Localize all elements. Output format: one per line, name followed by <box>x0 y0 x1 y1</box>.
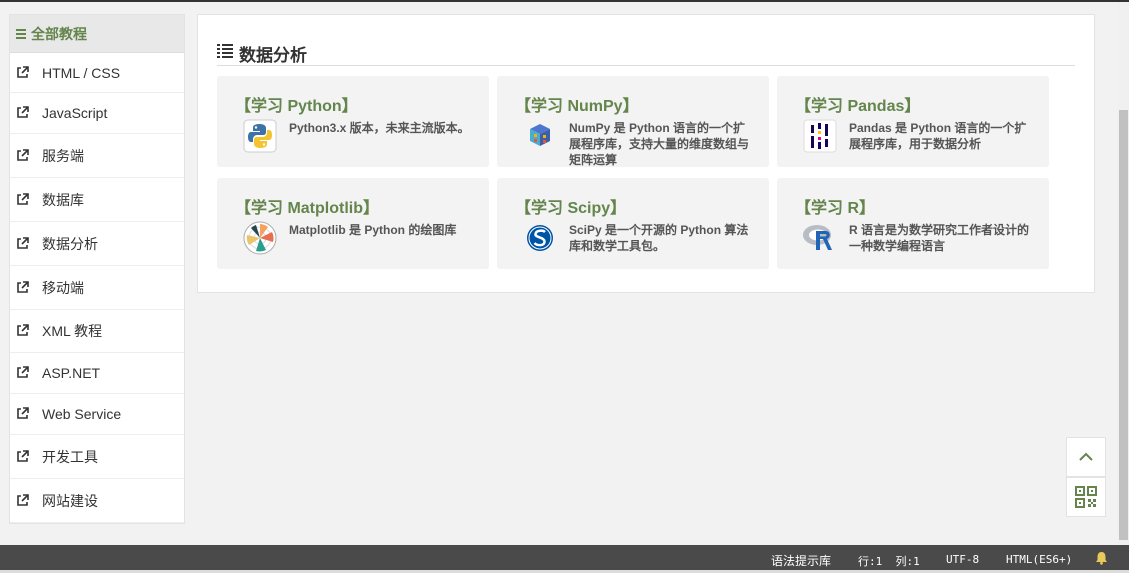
card-title[interactable]: 【学习 R】 <box>795 194 875 218</box>
card-description: Matplotlib 是 Python 的绘图库 <box>289 223 457 237</box>
list-icon <box>217 44 233 58</box>
sidebar-item-mobile[interactable]: 移动端 <box>10 266 184 310</box>
python-logo-icon <box>242 118 278 154</box>
sidebar-item-aspnet[interactable]: ASP.NET <box>10 353 184 394</box>
sidebar-item-server[interactable]: 服务端 <box>10 134 184 178</box>
sidebar-item-label: ASP.NET <box>42 365 101 381</box>
language-mode[interactable]: HTML(ES6+) <box>1006 553 1072 566</box>
sidebar-header[interactable]: 全部教程 <box>10 15 184 53</box>
sidebar-item-label: HTML / CSS <box>42 64 121 81</box>
menu-icon <box>16 27 26 41</box>
course-card-pandas[interactable]: 【学习 Pandas】 Pandas 是 Python 语言的一个扩展程序库，用于… <box>777 76 1049 167</box>
course-card-scipy[interactable]: 【学习 Scipy】 SciPy 是一个开源的 Python 算法库和数学工具包。 <box>497 178 769 269</box>
sidebar-item-label: JavaScript <box>42 105 108 121</box>
sidebar-item-label: 服务端 <box>42 147 84 164</box>
sidebar-item-html-css[interactable]: HTML / CSS <box>10 53 184 93</box>
sidebar-item-xml[interactable]: XML 教程 <box>10 310 184 353</box>
external-link-icon <box>16 324 30 338</box>
sidebar-item-label: 网站建设 <box>42 492 98 509</box>
external-link-icon <box>16 280 30 295</box>
numpy-logo-icon <box>522 118 558 154</box>
sidebar-item-javascript[interactable]: JavaScript <box>10 93 184 134</box>
external-link-icon <box>16 236 30 251</box>
card-description: SciPy 是一个开源的 Python 算法库和数学工具包。 <box>569 223 749 253</box>
sidebar-item-website[interactable]: 网站建设 <box>10 479 184 523</box>
course-card-python[interactable]: 【学习 Python】 Python3.x 版本，未来主流版本。 <box>217 76 489 167</box>
sidebar-list: HTML / CSS JavaScript 服务端数据库数据分析移动端 XML 教程 A… <box>10 53 184 523</box>
sidebar-item-label: 数据分析 <box>42 235 98 252</box>
r-logo-icon <box>802 220 838 256</box>
matplotlib-logo-icon <box>242 220 278 256</box>
bell-icon[interactable] <box>1095 551 1108 565</box>
chevron-up-icon <box>1079 452 1093 461</box>
card-description: Python3.x 版本，未来主流版本。 <box>289 121 470 135</box>
cursor-position: 行:1 列:1 <box>858 555 920 568</box>
card-description: Pandas 是 Python 语言的一个扩展程序库，用于数据分析 <box>849 121 1027 151</box>
window-top-border <box>0 0 1129 2</box>
sidebar-item-label: 开发工具 <box>42 448 98 465</box>
external-link-icon <box>16 192 30 207</box>
card-title[interactable]: 【学习 Pandas】 <box>795 92 920 116</box>
back-to-top-button[interactable] <box>1066 437 1106 477</box>
scipy-logo-icon <box>522 220 558 256</box>
external-link-icon <box>16 106 30 120</box>
status-bar: 语法提示库 行:1 列:1 UTF-8 HTML(ES6+) <box>0 545 1129 573</box>
scrollbar[interactable] <box>1118 2 1129 545</box>
card-title[interactable]: 【学习 NumPy】 <box>515 92 639 116</box>
external-link-icon <box>16 65 30 80</box>
card-description: NumPy 是 Python 语言的一个扩展程序库，支持大量的维度数组与矩阵运算 <box>569 121 750 167</box>
pandas-logo-icon <box>802 118 838 154</box>
section-header: 数据分析 <box>217 41 1075 66</box>
card-description: R 语言是为数学研究工作者设计的一种数学编程语言 <box>849 223 1030 253</box>
external-link-icon <box>16 366 30 380</box>
sidebar-item-data-analysis[interactable]: 数据分析 <box>10 222 184 266</box>
section-title: 数据分析 <box>239 46 307 65</box>
card-title[interactable]: 【学习 Python】 <box>235 92 358 116</box>
qr-code-button[interactable] <box>1066 477 1106 517</box>
course-card-r[interactable]: 【学习 R】 R 语言是为数学研究工作者设计的一种数学编程语言 <box>777 178 1049 269</box>
external-link-icon <box>16 148 30 163</box>
card-title[interactable]: 【学习 Matplotlib】 <box>235 194 379 218</box>
sidebar-header-label: 全部教程 <box>31 25 87 42</box>
card-title[interactable]: 【学习 Scipy】 <box>515 194 626 218</box>
syntax-hint-button[interactable]: 语法提示库 <box>771 552 831 569</box>
qr-code-icon <box>1075 486 1097 508</box>
content-panel: 数据分析 【学习 Python】 Python3.x 版本，未来主流版本。 【学习 … <box>197 14 1095 293</box>
sidebar-item-label: 数据库 <box>42 191 84 208</box>
course-card-matplotlib[interactable]: 【学习 Matplotlib】 Matplotlib 是 Python 的绘图库 <box>217 178 489 269</box>
encoding-indicator[interactable]: UTF-8 <box>946 553 979 566</box>
course-card-numpy[interactable]: 【学习 NumPy】 NumPy 是 Python 语言的一个扩展程序库，支持大量… <box>497 76 769 167</box>
sidebar-item-database[interactable]: 数据库 <box>10 178 184 222</box>
sidebar-item-web-service[interactable]: Web Service <box>10 394 184 435</box>
sidebar-item-dev-tools[interactable]: 开发工具 <box>10 435 184 479</box>
scrollbar-thumb[interactable] <box>1119 110 1128 540</box>
external-link-icon <box>16 449 30 464</box>
sidebar: 全部教程 HTML / CSS JavaScript 服务端数据库数据分析移动端 XM… <box>9 14 185 524</box>
sidebar-item-label: 移动端 <box>42 279 84 296</box>
external-link-icon <box>16 493 30 508</box>
sidebar-item-label: XML 教程 <box>42 323 103 339</box>
sidebar-item-label: Web Service <box>42 406 122 422</box>
external-link-icon <box>16 407 30 421</box>
